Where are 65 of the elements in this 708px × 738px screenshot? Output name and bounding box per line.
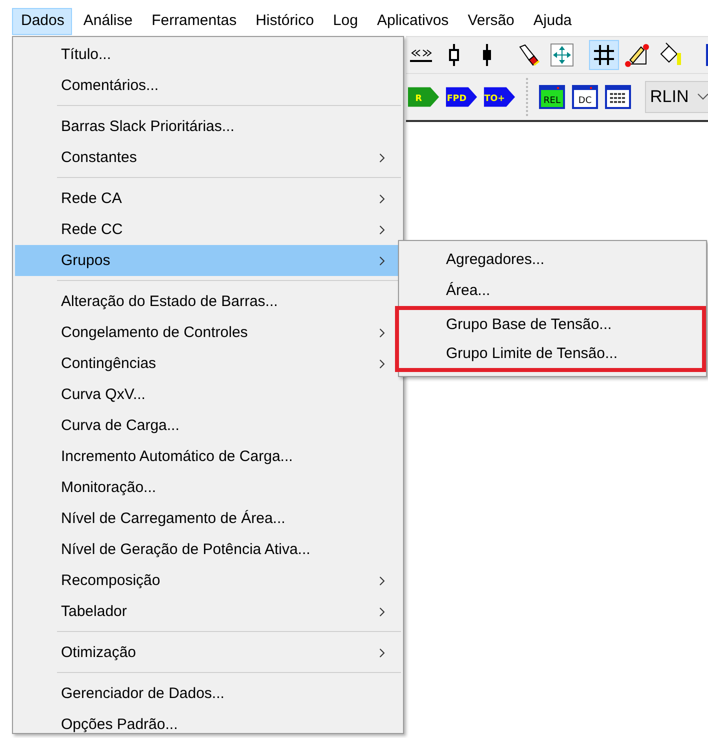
menu-item-label: Comentários... [61,77,159,94]
menu-bar-item[interactable]: Histórico [246,8,322,35]
menu-item-label: Rede CA [61,190,122,207]
menu-item-label: Curva de Carga... [61,417,180,434]
menu-item-label: Gerenciador de Dados... [61,685,224,702]
menu-item[interactable]: Congelamento de Controles [15,317,401,348]
grid-icon [592,43,616,67]
menu-item-label: Tabelador [61,603,127,620]
menu-item-label: Título... [61,46,112,63]
hollow-node-icon [448,43,460,67]
grid-button[interactable] [589,40,619,70]
menu-item[interactable]: Nível de Carregamento de Área... [15,503,401,534]
menu-item[interactable]: Rede CA [15,183,401,214]
menu-bar-item[interactable]: Versão [458,8,522,35]
menu-item-label: Contingências [61,355,156,372]
menu-item-label: Congelamento de Controles [61,324,248,341]
menu-item[interactable]: Curva QxV... [15,379,401,410]
mode-dropdown[interactable]: RLIN [645,81,708,113]
chevron-down-icon [696,93,708,101]
menu-item[interactable]: Título... [15,39,401,70]
menu-item-label: Incremento Automático de Carga... [61,448,293,465]
menu-bar-item[interactable]: Log [324,8,366,35]
pen-icon [624,42,650,68]
table-button[interactable] [603,82,633,112]
menu-item[interactable]: Grupo Base de Tensão... [399,310,702,339]
menu-item-label: Otimização [61,644,136,661]
menu-item-label: Alteração do Estado de Barras... [61,293,278,310]
menu-item[interactable]: Otimização [15,637,401,668]
menu-item[interactable]: Agregadores... [399,244,706,275]
menu-item[interactable]: Grupos [15,245,401,276]
menu-item-label: Curva QxV... [61,386,146,403]
menu-item[interactable]: Recomposição [15,565,401,596]
menu-item[interactable]: Rede CC [15,214,401,245]
menu-item[interactable]: Barras Slack Prioritárias... [15,111,401,142]
menu-item[interactable]: Grupo Limite de Tensão... [399,339,702,368]
menu-item[interactable]: Tabelador [15,596,401,627]
menu-item-label: Opções Padrão... [61,716,178,733]
menu-item-label: Monitoração... [61,479,156,496]
menu-item[interactable]: Incremento Automático de Carga... [15,441,401,472]
menu-bar-item[interactable]: Ferramentas [142,8,245,35]
menu-item[interactable]: Nível de Geração de Potência Ativa... [15,534,401,565]
menu-bar-item[interactable]: Aplicativos [368,8,457,35]
menu-item-label: Grupos [61,252,110,269]
menu-item[interactable]: Comentários... [15,70,401,101]
move-icon [550,43,574,67]
menu-item[interactable]: Gerenciador de Dados... [15,678,401,709]
menu-bar-item[interactable]: Análise [74,8,141,35]
menu-item[interactable]: Monitoração... [15,472,401,503]
menu-bar-item[interactable]: Ajuda [524,8,580,35]
menu-item-label: Nível de Geração de Potência Ativa... [61,541,310,558]
menu-item-label: Constantes [61,149,137,166]
menu-item[interactable]: Opções Padrão... [15,709,401,738]
flashlight-icon [517,43,541,67]
menu-bar-item[interactable]: Dados [12,8,72,35]
table-icon [605,85,631,109]
menu-item-label: Barras Slack Prioritárias... [61,118,234,135]
menu-item[interactable]: Alteração do Estado de Barras... [15,286,401,317]
menu-item[interactable]: Área... [399,275,706,306]
menu-item[interactable]: Curva de Carga... [15,410,401,441]
menu-item[interactable]: Constantes [15,142,401,173]
filled-node-icon [481,43,493,67]
menu-item[interactable]: Contingências [15,348,401,379]
menu-item-label: Recomposição [61,572,160,589]
menu-item-label: Nível de Carregamento de Área... [61,510,286,527]
menu-item-label: Rede CC [61,221,123,238]
